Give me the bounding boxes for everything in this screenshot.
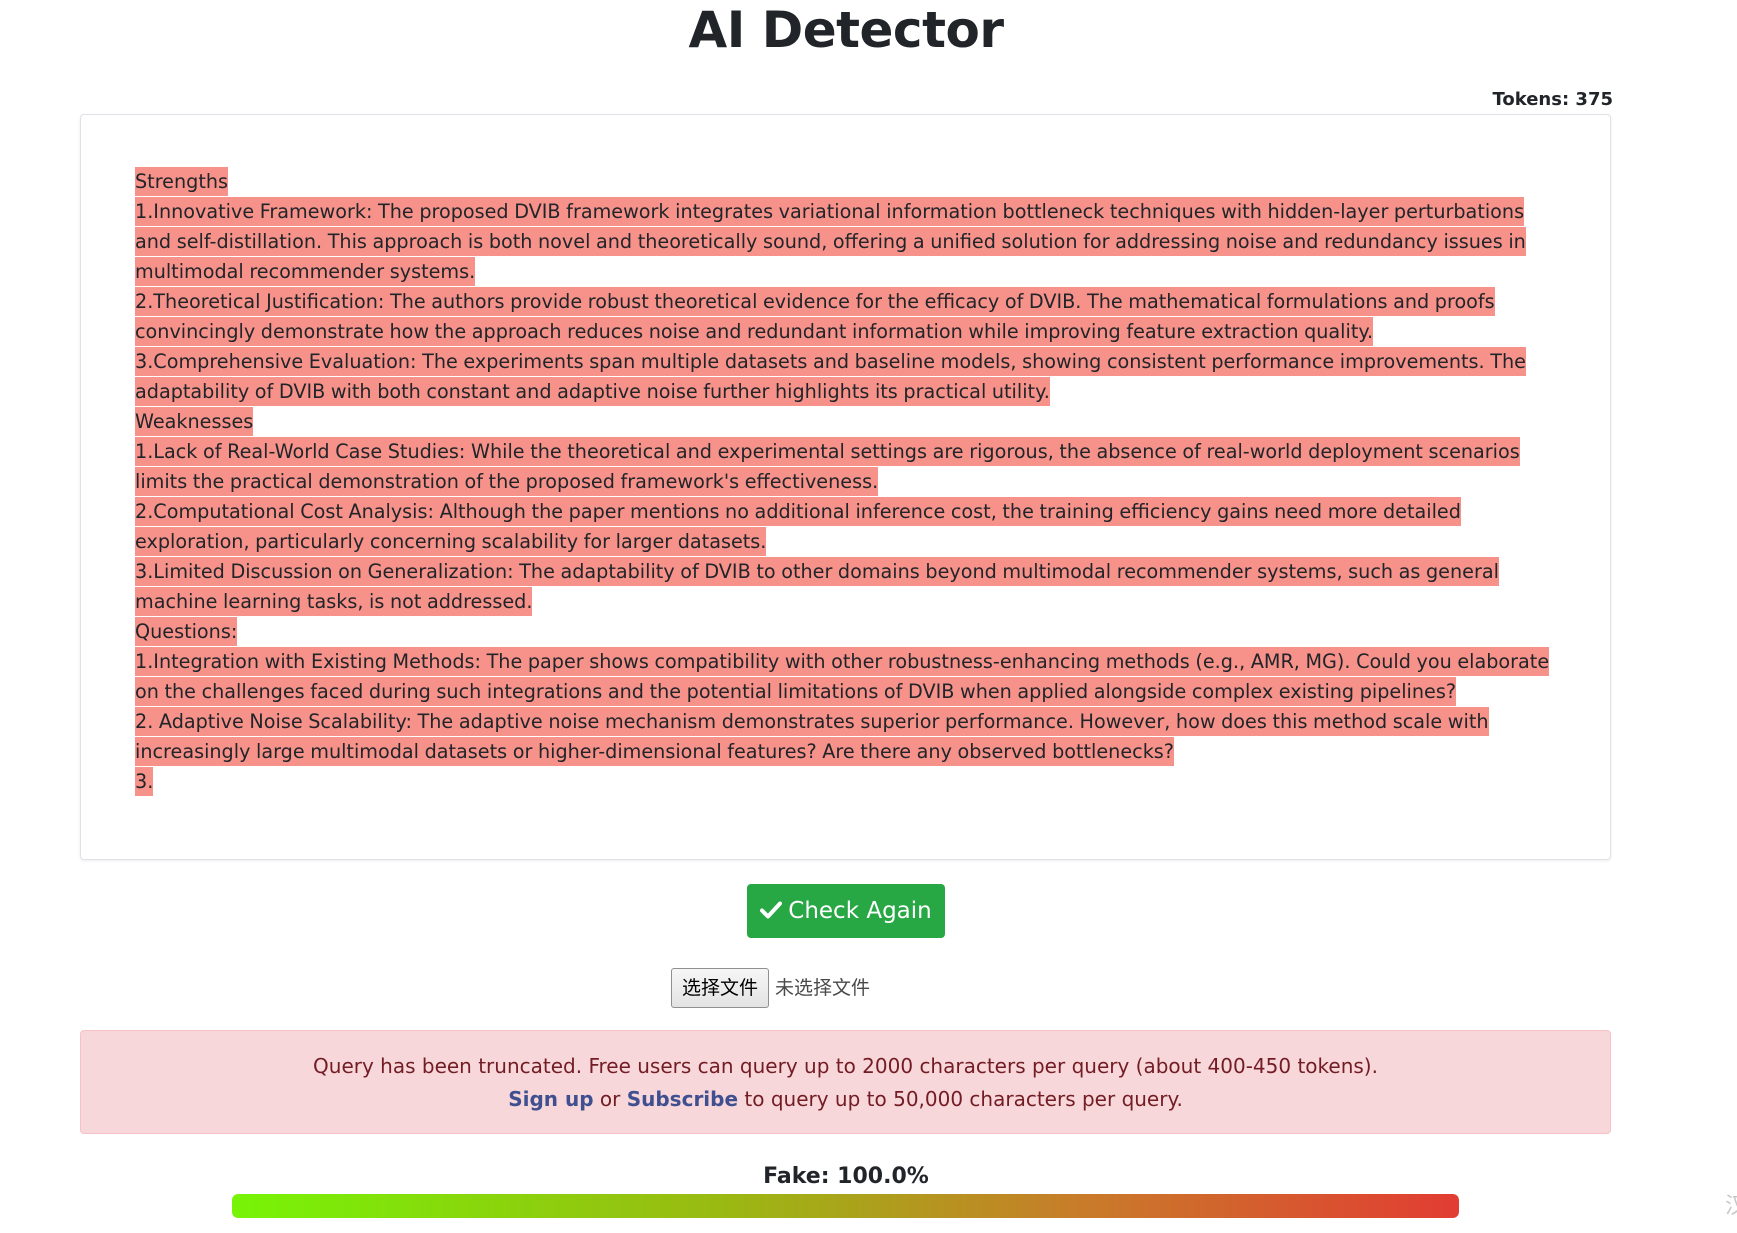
highlighted-sentence: 1.Integration with Existing Methods: The… [135,647,1550,706]
choose-file-button[interactable]: 选择文件 [671,968,770,1008]
subscribe-link[interactable]: Subscribe [627,1087,738,1111]
text-paragraph: 1.Integration with Existing Methods: The… [135,647,1556,707]
text-paragraph: 3. [135,767,1556,797]
token-count: Tokens: 375 [1492,89,1613,110]
text-paragraph: 3.Limited Discussion on Generalization: … [135,557,1556,617]
text-paragraph: 2.Computational Cost Analysis: Although … [135,497,1556,557]
highlighted-sentence: Strengths [135,167,228,196]
file-status-text: 未选择文件 [775,977,871,999]
text-input-area[interactable]: Strengths 1.Innovative Framework: The pro… [80,114,1611,860]
analyzed-text: Strengths 1.Innovative Framework: The pro… [135,167,1556,797]
highlighted-sentence: 3. [135,767,154,796]
highlighted-sentence: 2.Computational Cost Analysis: Although … [135,497,1461,556]
highlighted-sentence: 1.Lack of Real-World Case Studies: While… [135,437,1520,496]
highlighted-sentence: Weaknesses [135,407,254,436]
text-paragraph: Questions: [135,617,1556,647]
alert-suffix-text: to query up to 50,000 characters per que… [744,1087,1183,1111]
truncation-alert: Query has been truncated. Free users can… [80,1030,1611,1134]
corner-glyph: 汉 [1725,1194,1737,1219]
highlighted-sentence: 3.Comprehensive Evaluation: The experime… [135,347,1526,406]
check-icon [760,901,783,919]
alert-line-2: Sign up or Subscribe to query up to 50,0… [81,1083,1610,1116]
text-paragraph: 2.Theoretical Justification: The authors… [135,287,1556,347]
text-paragraph: Strengths [135,167,1556,197]
check-again-button[interactable]: Check Again [747,884,945,938]
fake-score-label: Fake: 100.0% [763,1164,929,1189]
text-paragraph: 1.Lack of Real-World Case Studies: While… [135,437,1556,497]
highlighted-sentence: 1.Innovative Framework: The proposed DVI… [135,197,1526,286]
signup-link[interactable]: Sign up [508,1087,593,1111]
fake-score-meter [232,1194,1459,1218]
text-paragraph: 2. Adaptive Noise Scalability: The adapt… [135,707,1556,767]
text-paragraph: Weaknesses [135,407,1556,437]
check-again-label: Check Again [788,898,932,924]
page-title: AI Detector [688,1,1004,59]
alert-line-1: Query has been truncated. Free users can… [313,1054,1378,1078]
text-paragraph: 3.Comprehensive Evaluation: The experime… [135,347,1556,407]
highlighted-sentence: 2. Adaptive Noise Scalability: The adapt… [135,707,1489,766]
highlighted-sentence: Questions: [135,617,238,646]
text-paragraph: 1.Innovative Framework: The proposed DVI… [135,197,1556,287]
file-upload: 选择文件 未选择文件 [671,968,870,1008]
fake-score-meter-fill [232,1194,1459,1218]
highlighted-sentence: 3.Limited Discussion on Generalization: … [135,557,1499,616]
alert-or-text: or [599,1087,621,1111]
highlighted-sentence: 2.Theoretical Justification: The authors… [135,287,1495,346]
